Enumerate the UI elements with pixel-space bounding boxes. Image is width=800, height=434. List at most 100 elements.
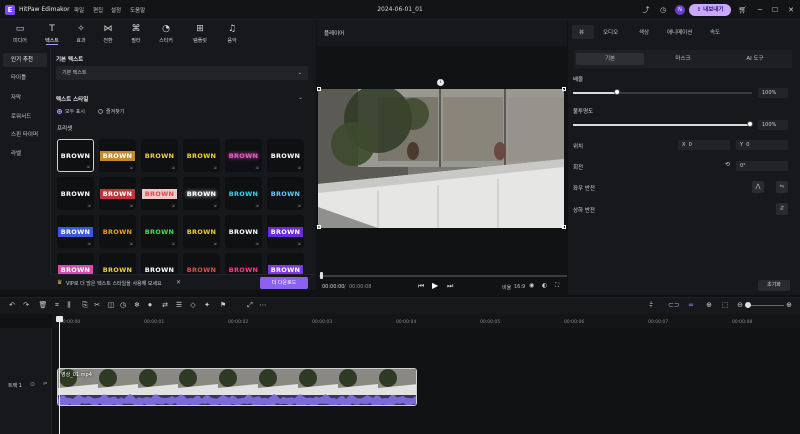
tab-transition[interactable]: ⋈ 전환 (94, 21, 122, 45)
text-preset[interactable]: BROWN ⇲ (57, 177, 94, 210)
cut-icon[interactable]: ✂︎ (92, 300, 102, 310)
text-preset[interactable]: BROWN ⇲ (141, 139, 178, 172)
download-icon[interactable]: ⇲ (129, 203, 133, 208)
detach-icon[interactable]: ⤢ (245, 300, 255, 310)
keyframe-icon[interactable]: ◇ (188, 300, 198, 310)
ai-icon[interactable]: ✦ (202, 300, 212, 310)
radio-favorites[interactable]: 즐겨찾기 (98, 108, 124, 115)
download-icon[interactable]: ⇲ (213, 203, 217, 208)
handle-top-right[interactable] (562, 87, 566, 91)
category-popular[interactable]: 인기 추천 (3, 53, 47, 67)
text-preset[interactable]: BROWN ⇲ (183, 139, 220, 172)
text-preset[interactable]: BROWN ⇲ (141, 215, 178, 248)
crop-icon[interactable]: ⌗ (52, 300, 62, 310)
text-preset[interactable]: BROWN ⇲ (225, 139, 262, 172)
close-vip-icon[interactable]: ✕ (176, 279, 181, 286)
subtab-basic[interactable]: 기본 (576, 53, 644, 65)
handle-top-left[interactable] (317, 87, 321, 91)
text-preset[interactable]: BROWN ⇲ (99, 177, 136, 210)
download-icon[interactable]: ⇲ (171, 203, 175, 208)
download-icon[interactable]: ⇲ (129, 241, 133, 246)
video-preview[interactable] (318, 89, 564, 228)
magnet-icon[interactable]: ⊂⊃ (668, 300, 680, 310)
player-scrubber[interactable] (319, 275, 567, 277)
copy-icon[interactable]: ⎘ (80, 300, 90, 310)
clock-icon[interactable]: ◷ (657, 4, 669, 16)
download-icon[interactable]: ⇲ (255, 165, 259, 170)
mirror-icon[interactable]: ◫ (106, 300, 116, 310)
radio-show-all[interactable]: 모두 표시 (57, 108, 85, 115)
text-preset[interactable]: BROWN ⇲ (57, 139, 94, 172)
flip-vertical-icon[interactable]: ⇵ (776, 203, 788, 215)
redo-icon[interactable]: ↷ (21, 300, 31, 310)
basic-text-dropdown[interactable]: 기본 텍스트 ⌄ (56, 66, 308, 80)
zoom-slider-knob[interactable] (745, 302, 751, 308)
tab-media[interactable]: ▭ 미디어 (6, 21, 34, 45)
tab-filter[interactable]: ⌘ 필터 (122, 21, 150, 45)
download-icon[interactable]: ⇲ (129, 165, 133, 170)
tab-template[interactable]: ⊞ 템플릿 (186, 21, 214, 45)
snapshot-icon[interactable]: ◉ (529, 282, 534, 289)
volume-icon[interactable]: ◐ (542, 282, 547, 289)
download-icon[interactable]: ⇲ (87, 203, 91, 208)
scale-input[interactable]: 100% (758, 88, 788, 98)
split-icon[interactable]: ⫼ (64, 300, 74, 310)
download-icon[interactable]: ⇲ (297, 241, 301, 246)
track-lock-icon[interactable]: ⊙ (30, 381, 35, 388)
play-icon[interactable]: ▶︎ (432, 281, 438, 290)
freeze-icon[interactable]: ❄︎ (132, 300, 142, 310)
category-spin-timer[interactable]: 스핀 타이머 (3, 128, 47, 142)
tab-text[interactable]: T 텍스트 (38, 21, 66, 45)
zoom-slider[interactable] (748, 305, 784, 306)
category-subtitle[interactable]: 자막 (3, 91, 47, 105)
flip-horizontal-icon[interactable]: ⇋ (776, 181, 788, 193)
tab-view[interactable]: 뷰 (579, 28, 584, 36)
tab-music[interactable]: ♫ 음악 (218, 21, 246, 45)
text-preset[interactable]: BROWN ⇲ (267, 139, 304, 172)
category-label[interactable]: 라벨 (3, 147, 47, 161)
text-preset[interactable]: BROWN ⇲ (57, 215, 94, 248)
cart-icon[interactable]: 🛒︎ (737, 4, 749, 16)
zoom-out-icon[interactable]: ⊖ (735, 300, 745, 310)
position-x-input[interactable]: X 0 (678, 140, 730, 150)
text-preset[interactable]: BROWN ⇲ (183, 177, 220, 210)
text-preset[interactable]: BROWN ⇲ (267, 177, 304, 210)
download-icon[interactable]: ⇲ (297, 165, 301, 170)
text-preset[interactable]: BROWN ⇲ (267, 215, 304, 248)
ripple-icon[interactable]: ⊕ (704, 300, 714, 310)
tab-color[interactable]: 색상 (639, 28, 649, 36)
download-icon[interactable]: ⇲ (213, 165, 217, 170)
playhead-handle[interactable] (56, 316, 63, 322)
download-icon[interactable]: ⇲ (171, 165, 175, 170)
undo-icon[interactable]: ↶ (7, 300, 17, 310)
download-icon[interactable]: ⇲ (171, 241, 175, 246)
reverse-icon[interactable]: ⇄ (160, 300, 170, 310)
tab-sticker[interactable]: ◔ 스티커 (152, 21, 180, 45)
tab-animation[interactable]: 애니메이션 (667, 28, 692, 36)
prev-frame-icon[interactable]: ⏮︎ (418, 282, 424, 291)
fit-icon[interactable]: ⬚ (720, 300, 730, 310)
minimize-icon[interactable]: ─ (754, 4, 766, 16)
download-icon[interactable]: ⇲ (255, 203, 259, 208)
split-track-icon[interactable]: ⫩ (646, 300, 656, 310)
text-preset[interactable]: BROWN ⇲ (99, 139, 136, 172)
maximize-icon[interactable]: ☐ (769, 4, 781, 16)
collapse-chevron-icon[interactable]: ⌄ (298, 94, 303, 101)
reset-button[interactable]: 초기화 (758, 280, 790, 291)
rotate-icon[interactable]: ⟲ (725, 161, 730, 168)
text-preset[interactable]: BROWN ⇲ (141, 177, 178, 210)
marker-icon[interactable]: ⚑ (218, 300, 228, 310)
speed-icon[interactable]: ◷ (118, 300, 128, 310)
player-scrub-handle[interactable] (320, 272, 323, 279)
category-lower-third[interactable]: 로워서드 (3, 110, 47, 124)
video-clip[interactable]: 영상_01.mp4 (57, 368, 417, 406)
subtab-mask[interactable]: 마스크 (648, 53, 718, 65)
rotate-input[interactable]: 0° (736, 161, 788, 171)
text-preset[interactable]: BROWN ⇲ (225, 215, 262, 248)
category-title[interactable]: 타이틀 (3, 71, 47, 85)
opacity-slider-fill[interactable] (573, 124, 750, 126)
download-icon[interactable]: ⇲ (87, 241, 91, 246)
track-audio-icon[interactable]: ⇌ (43, 381, 47, 387)
handle-bottom-right[interactable] (562, 225, 566, 229)
share-icon[interactable]: ⤴ (640, 4, 652, 16)
